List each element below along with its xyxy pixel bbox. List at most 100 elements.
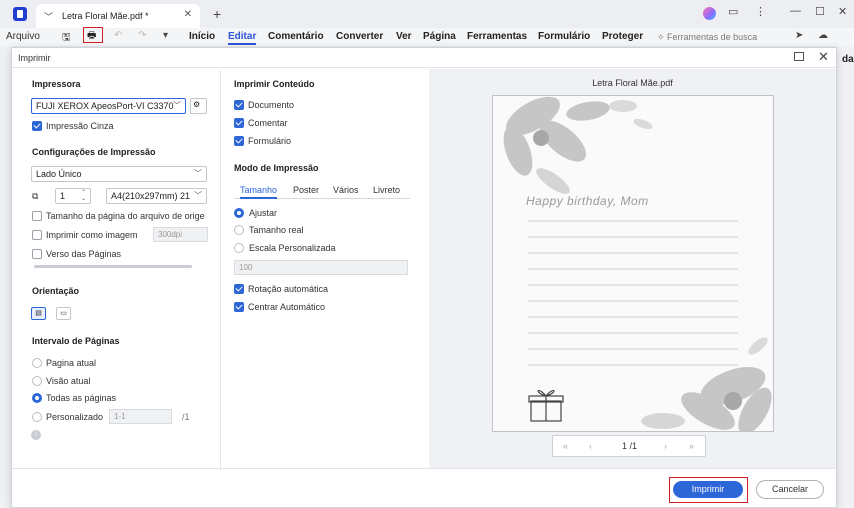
file-page-size-checkbox[interactable] [32, 211, 42, 221]
preview-greeting: Happy birthday, Mom [526, 194, 649, 208]
cloud-icon[interactable]: ☁ [818, 30, 828, 41]
actual-size-radio[interactable] [234, 225, 244, 235]
copies-stepper[interactable]: 1 ⌃ ⌄ [55, 188, 91, 204]
fit-radio[interactable] [234, 208, 244, 218]
auto-center-label: Centrar Automático [248, 302, 326, 312]
dialog-title: Imprimir [18, 53, 51, 63]
range-custom-radio[interactable] [32, 412, 42, 422]
menu-editar[interactable]: Editar [228, 31, 257, 45]
footer-divider [12, 468, 836, 469]
custom-range-total: /1 [182, 412, 190, 422]
back-pages-label: Verso das Páginas [46, 249, 122, 259]
settings-section-title: Configurações de Impressão [32, 147, 156, 157]
close-window-icon[interactable]: ✕ [838, 5, 847, 18]
floral-illustration [503, 96, 772, 431]
auto-rotate-label: Rotação automática [248, 284, 329, 294]
auto-center-checkbox[interactable] [234, 302, 244, 312]
background-partial-text: da [842, 54, 854, 65]
cancel-button[interactable]: Cancelar [756, 480, 824, 499]
menu-converter[interactable]: Converter [336, 31, 383, 42]
custom-scale-label: Escala Personalizada [249, 243, 336, 253]
menu-proteger[interactable]: Proteger [602, 31, 643, 42]
search-tools-label: Ferramentas de busca [667, 32, 758, 42]
landscape-button[interactable]: ▭ [56, 307, 71, 320]
custom-scale-radio[interactable] [234, 243, 244, 253]
close-icon[interactable]: ✕ [818, 49, 829, 65]
chevron-down-icon[interactable]: ﹀ [44, 10, 53, 23]
mode-section-title: Modo de Impressão [234, 163, 319, 173]
dialog-header: Imprimir ✕ [12, 48, 836, 68]
first-page-icon[interactable]: « [563, 441, 568, 451]
printer-settings-button[interactable]: ⚙ [190, 98, 207, 114]
chevron-down-icon: ﹀ [173, 101, 181, 110]
feedback-icon[interactable]: ▭ [728, 5, 738, 18]
stepper-icon: ⌃ ⌄ [80, 190, 86, 202]
menu-pagina[interactable]: Página [423, 31, 456, 42]
printer-icon: 🖶 [87, 30, 97, 41]
document-checkbox[interactable] [234, 100, 244, 110]
print-as-image-label: Imprimir como imagem [46, 230, 138, 240]
menu-inicio[interactable]: Início [189, 31, 215, 42]
info-icon[interactable]: i [31, 430, 41, 440]
avatar[interactable] [703, 7, 716, 20]
form-label: Formulário [248, 136, 292, 146]
grayscale-checkbox[interactable] [32, 121, 42, 131]
next-page-icon[interactable]: › [664, 441, 667, 451]
tab-multiple[interactable]: Vários [333, 185, 359, 195]
tab-booklet[interactable]: Livreto [373, 185, 400, 195]
prev-page-icon[interactable]: ‹ [589, 441, 592, 451]
save-icon[interactable]: 🖫 [62, 30, 71, 47]
print-quick-button[interactable]: 🖶 [83, 27, 103, 43]
copies-icon: ⧉ [32, 191, 39, 201]
auto-rotate-checkbox[interactable] [234, 284, 244, 294]
portrait-button[interactable]: ▤ [31, 307, 46, 320]
close-icon[interactable]: ✕ [184, 9, 192, 20]
menu-formulario[interactable]: Formulário [538, 31, 590, 42]
printer-select[interactable]: FUJI XEROX ApeosPort-VI C3370 ﹀ [31, 98, 186, 114]
tab-poster[interactable]: Poster [293, 185, 319, 195]
scale-input[interactable]: 100 [234, 260, 408, 275]
tab-size[interactable]: Tamanho [240, 185, 278, 199]
maximize-icon[interactable] [794, 52, 804, 61]
preview-page: Happy birthday, Mom [492, 95, 774, 432]
range-current-label: Pagina atual [46, 358, 97, 368]
custom-range-value: 1-1 [114, 412, 126, 421]
document-tab[interactable]: ﹀ Letra Floral Mãe.pdf * ✕ [36, 4, 200, 28]
range-view-radio[interactable] [32, 376, 42, 386]
horizontal-scrollbar[interactable] [34, 265, 192, 268]
form-checkbox[interactable] [234, 136, 244, 146]
last-page-icon[interactable]: » [689, 441, 694, 451]
minimize-icon[interactable]: — [790, 5, 801, 17]
menu-comentario[interactable]: Comentário [268, 31, 324, 42]
sides-select[interactable]: Lado Único ﹀ [31, 166, 207, 182]
back-pages-checkbox[interactable] [32, 249, 42, 259]
copies-value: 1 [60, 191, 66, 201]
menu-file[interactable]: Arquivo [6, 31, 40, 42]
scale-value: 100 [239, 263, 253, 272]
column-divider [220, 70, 221, 470]
mode-tabs: Tamanho Poster Vários Livreto [234, 184, 410, 199]
document-label: Documento [248, 100, 295, 110]
menu-ferramentas[interactable]: Ferramentas [467, 31, 527, 42]
dpi-select[interactable]: 300dpi [153, 227, 208, 242]
plus-icon[interactable]: + [213, 6, 221, 22]
print-as-image-checkbox[interactable] [32, 230, 42, 240]
range-all-radio[interactable] [32, 393, 42, 403]
redo-icon[interactable]: ↷ [138, 30, 146, 41]
sides-value: Lado Único [36, 169, 82, 179]
fit-label: Ajustar [249, 208, 278, 218]
maximize-icon[interactable]: ☐ [815, 5, 825, 18]
paper-size-select[interactable]: A4(210x297mm) 21 ﹀ [106, 188, 207, 204]
custom-range-input[interactable]: 1-1 [109, 409, 172, 424]
comment-checkbox[interactable] [234, 118, 244, 128]
menu-ver[interactable]: Ver [396, 31, 412, 42]
range-current-radio[interactable] [32, 358, 42, 368]
send-icon[interactable]: ➤ [795, 30, 803, 41]
print-button[interactable]: Imprimir [673, 481, 743, 498]
customize-icon[interactable]: ▾ [163, 30, 168, 41]
range-custom-label: Personalizado [46, 412, 104, 422]
search-tools[interactable]: ✧ Ferramentas de busca [657, 32, 757, 43]
preview-area: Letra Floral Mãe.pdf Happy birthday, Mom… [429, 69, 836, 468]
more-icon[interactable]: ⋮ [755, 5, 766, 18]
undo-icon[interactable]: ↶ [114, 30, 122, 41]
